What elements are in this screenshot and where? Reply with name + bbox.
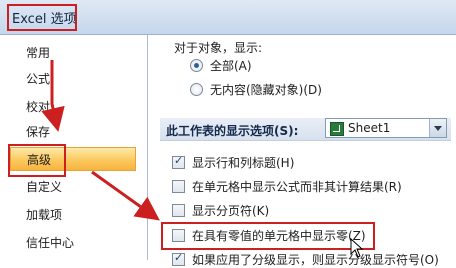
annotation-arrows — [41, 60, 160, 221]
mouse-cursor-icon — [350, 238, 364, 258]
arrow-to-advanced — [41, 60, 65, 132]
arrow-to-show-zero — [91, 170, 160, 221]
